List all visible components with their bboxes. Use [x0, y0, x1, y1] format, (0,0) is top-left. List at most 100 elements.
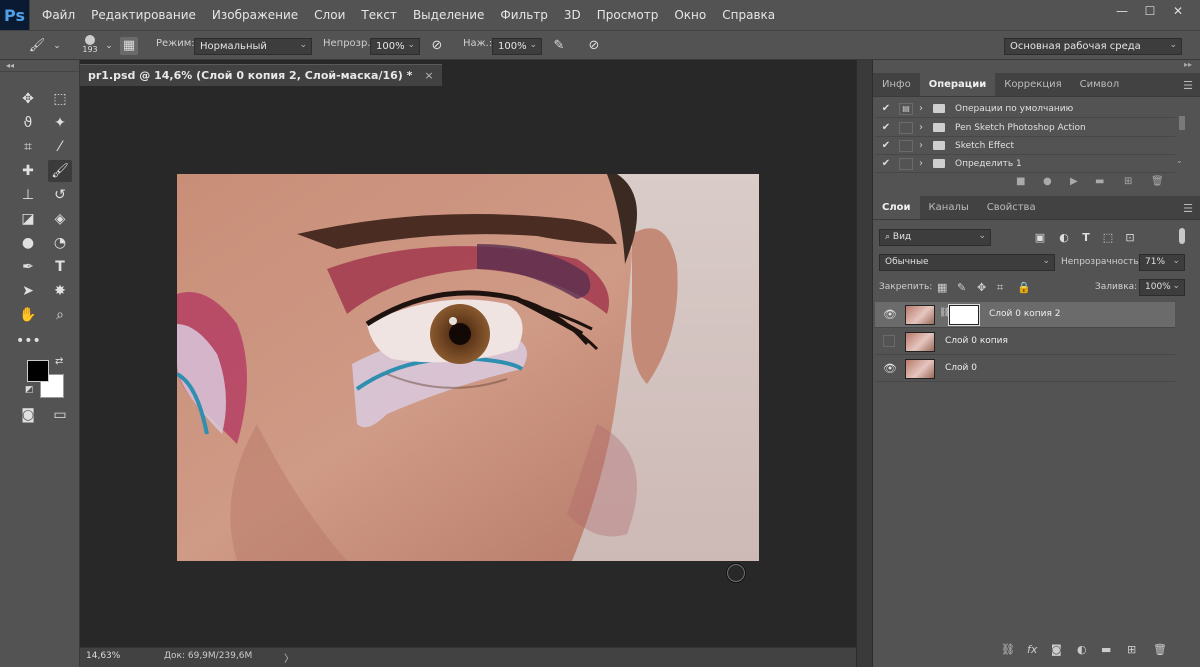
layer-blend-mode-select[interactable]: Обычные ⌄ [879, 254, 1055, 271]
tab-actions[interactable]: Операции [919, 73, 996, 96]
collapse-panels-icon[interactable]: ▸▸ [1184, 60, 1192, 69]
dialog-toggle-icon[interactable] [899, 121, 913, 134]
menu-edit[interactable]: Редактирование [91, 8, 196, 22]
layer-row[interactable]: 👁 Слой 0 [875, 356, 1175, 382]
new-layer-icon[interactable]: ⊞ [1127, 643, 1136, 656]
chevron-down-icon[interactable]: ⌄ [48, 37, 66, 55]
chevron-down-icon[interactable]: ⌄ [100, 37, 118, 55]
dialog-toggle-icon[interactable]: ▤ [899, 102, 913, 115]
check-icon[interactable]: ✔ [879, 140, 893, 151]
quick-mask-icon[interactable]: ◙ [16, 404, 40, 426]
layer-thumbnail[interactable] [905, 359, 935, 379]
blend-mode-select[interactable]: Нормальный ⌄ [194, 38, 312, 55]
chevron-right-icon[interactable]: › [919, 122, 929, 133]
eyedropper-tool-icon[interactable]: ⁄ [48, 136, 72, 158]
add-mask-icon[interactable]: ◙ [1051, 643, 1062, 656]
custom-shape-tool-icon[interactable]: ✸ [48, 280, 72, 302]
layer-name[interactable]: Слой 0 копия [945, 336, 1008, 346]
tab-properties[interactable]: Свойства [978, 196, 1045, 219]
record-icon[interactable]: ● [1043, 176, 1052, 187]
zoom-tool-icon[interactable]: ⌕ [48, 304, 72, 326]
brush-tool-icon[interactable]: 🖌 [48, 160, 72, 182]
filter-toggle[interactable] [1179, 228, 1185, 244]
filter-adjustment-icon[interactable]: ◐ [1057, 231, 1071, 245]
close-document-icon[interactable]: × [424, 69, 433, 82]
panel-menu-icon[interactable]: ☰ [1183, 79, 1193, 92]
document-tab[interactable]: pr1.psd @ 14,6% (Слой 0 копия 2, Слой-ма… [80, 64, 442, 86]
action-set-row[interactable]: ✔ › Sketch Effect [875, 137, 1175, 155]
eye-icon[interactable]: 👁 [883, 362, 897, 376]
hand-tool-icon[interactable]: ✋ [16, 304, 40, 326]
pressure-size-icon[interactable]: ⊘ [585, 37, 603, 55]
trash-icon[interactable]: 🗑 [1153, 643, 1167, 656]
menu-file[interactable]: Файл [42, 8, 75, 22]
stop-icon[interactable]: ■ [1016, 176, 1025, 187]
layer-opacity-input[interactable]: 71% ⌄ [1139, 254, 1185, 271]
tab-adjustments[interactable]: Коррекция [995, 73, 1070, 96]
marquee-tool-icon[interactable]: ⬚ [48, 88, 72, 110]
menu-image[interactable]: Изображение [212, 8, 298, 22]
lasso-tool-icon[interactable]: ϑ [16, 112, 40, 134]
check-icon[interactable]: ✔ [879, 122, 893, 133]
check-icon[interactable]: ✔ [879, 158, 893, 169]
menu-view[interactable]: Просмотр [597, 8, 659, 22]
actions-scrollbar[interactable] [1179, 116, 1185, 130]
minimize-button[interactable]: — [1108, 2, 1136, 20]
airbrush-icon[interactable]: ✎ [550, 37, 568, 55]
pressure-opacity-icon[interactable]: ⊘ [428, 37, 446, 55]
workspace-select[interactable]: Основная рабочая среда ⌄ [1004, 38, 1182, 55]
menu-filter[interactable]: Фильтр [500, 8, 547, 22]
panel-menu-icon[interactable]: ☰ [1183, 202, 1193, 215]
type-tool-icon[interactable]: T [48, 256, 72, 278]
document-image[interactable] [177, 174, 759, 561]
more-tools-icon[interactable]: ••• [16, 330, 41, 352]
layer-name[interactable]: Слой 0 [945, 363, 977, 373]
chevron-right-icon[interactable]: › [919, 158, 929, 169]
menu-type[interactable]: Текст [361, 8, 397, 22]
lock-all-icon[interactable]: 🔒 [1017, 281, 1031, 294]
menu-3d[interactable]: 3D [564, 8, 581, 22]
flow-input[interactable]: 100% ⌄ [492, 38, 542, 55]
toolbar-collapse-icon[interactable]: ◂◂ [0, 60, 79, 72]
group-icon[interactable]: ▬ [1101, 643, 1111, 656]
tab-character[interactable]: Символ [1071, 73, 1128, 96]
brush-tool-preset-icon[interactable]: 🖌 [28, 37, 46, 55]
filter-shape-icon[interactable]: ⬚ [1101, 231, 1115, 245]
healing-brush-tool-icon[interactable]: ✚ [16, 160, 40, 182]
clone-stamp-tool-icon[interactable]: ⊥ [16, 184, 40, 206]
fx-icon[interactable]: fx [1027, 643, 1037, 656]
eye-icon[interactable]: 👁 [883, 308, 897, 322]
delete-icon[interactable]: 🗑 [1151, 176, 1164, 187]
tab-channels[interactable]: Каналы [920, 196, 978, 219]
filter-type-icon[interactable]: T [1079, 231, 1093, 245]
filter-smart-object-icon[interactable]: ⊡ [1123, 231, 1137, 245]
link-layers-icon[interactable]: ⛓ [1001, 643, 1015, 656]
dialog-toggle-icon[interactable] [899, 157, 913, 170]
chevron-down-icon[interactable]: ⌄ [1176, 156, 1183, 165]
screen-mode-icon[interactable]: ▭ [48, 404, 72, 426]
tab-layers[interactable]: Слои [873, 196, 920, 219]
paint-bucket-tool-icon[interactable]: ◈ [48, 208, 72, 230]
maximize-button[interactable]: ☐ [1136, 2, 1164, 20]
default-colors-icon[interactable]: ◩ [25, 385, 34, 395]
action-set-row[interactable]: ✔ ▤ › Операции по умолчанию [875, 100, 1175, 118]
layer-mask-thumbnail[interactable] [948, 304, 980, 326]
menu-help[interactable]: Справка [722, 8, 775, 22]
move-tool-icon[interactable]: ✥ [16, 88, 40, 110]
lock-artboard-icon[interactable]: ⌗ [997, 281, 1003, 295]
brush-size-picker[interactable]: 193 [80, 33, 100, 59]
close-button[interactable]: ✕ [1164, 2, 1192, 20]
crop-tool-icon[interactable]: ⌗ [16, 136, 40, 158]
history-brush-tool-icon[interactable]: ↺ [48, 184, 72, 206]
layer-filter-select[interactable]: ⌕ Вид ⌄ [879, 229, 991, 246]
action-set-row[interactable]: ✔ › Определить 1 [875, 155, 1175, 173]
adjustment-icon[interactable]: ◐ [1077, 643, 1087, 656]
action-set-row[interactable]: ✔ › Pen Sketch Photoshop Action [875, 119, 1175, 137]
brush-panel-icon[interactable]: ▦ [120, 37, 138, 55]
opacity-input[interactable]: 100% ⌄ [370, 38, 420, 55]
new-set-icon[interactable]: ▬ [1095, 176, 1104, 187]
path-selection-tool-icon[interactable]: ➤ [16, 280, 40, 302]
chevron-right-icon[interactable]: › [919, 140, 929, 151]
blur-tool-icon[interactable]: ● [16, 232, 40, 254]
menu-window[interactable]: Окно [674, 8, 706, 22]
